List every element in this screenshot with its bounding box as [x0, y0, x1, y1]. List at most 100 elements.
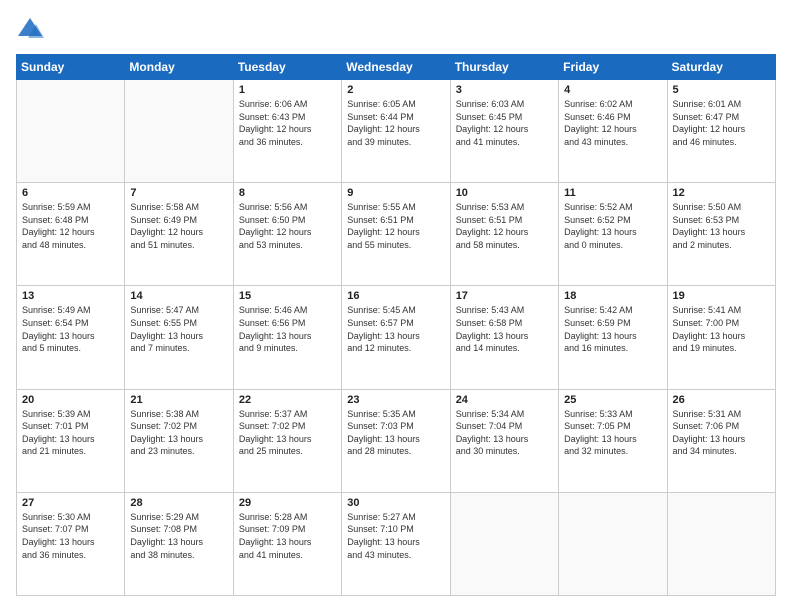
day-number: 8	[239, 187, 336, 199]
calendar-day-cell: 13Sunrise: 5:49 AM Sunset: 6:54 PM Dayli…	[17, 286, 125, 389]
day-number: 6	[22, 187, 119, 199]
calendar-day-cell: 11 Sunrise: 5:52 AM Sunset: 6:52 PM Dayli…	[559, 183, 667, 286]
day-info: Sunrise: 5:59 AM Sunset: 6:48 PM Dayligh…	[22, 201, 119, 251]
day-number: 3	[456, 84, 553, 96]
calendar-day-cell: 18Sunrise: 5:42 AM Sunset: 6:59 PM Dayli…	[559, 286, 667, 389]
calendar-day-cell: 15 Sunrise: 5:46 AM Sunset: 6:56 PM Dayli…	[233, 286, 341, 389]
day-info: Sunrise: 6:01 AM Sunset: 6:47 PM Dayligh…	[673, 98, 770, 148]
day-number: 10	[456, 187, 553, 199]
weekday-header: Tuesday	[233, 55, 341, 80]
day-info: Sunrise: 5:30 AM Sunset: 7:07 PM Dayligh…	[22, 511, 119, 561]
calendar-day-cell: 26 Sunrise: 5:31 AM Sunset: 7:06 PM Dayli…	[667, 389, 775, 492]
weekday-header: Sunday	[17, 55, 125, 80]
day-info: Sunrise: 5:34 AM Sunset: 7:04 PM Dayligh…	[456, 408, 553, 458]
day-info: Sunrise: 5:55 AM Sunset: 6:51 PM Dayligh…	[347, 201, 444, 251]
calendar-day-cell: 10 Sunrise: 5:53 AM Sunset: 6:51 PM Dayli…	[450, 183, 558, 286]
calendar-week-row: 27 Sunrise: 5:30 AM Sunset: 7:07 PM Dayli…	[17, 492, 776, 595]
calendar-day-cell: 4Sunrise: 6:02 AM Sunset: 6:46 PM Daylig…	[559, 80, 667, 183]
calendar-day-cell: 17 Sunrise: 5:43 AM Sunset: 6:58 PM Dayli…	[450, 286, 558, 389]
day-info: Sunrise: 5:28 AM Sunset: 7:09 PM Dayligh…	[239, 511, 336, 561]
day-info: Sunrise: 6:03 AM Sunset: 6:45 PM Dayligh…	[456, 98, 553, 148]
calendar-day-cell: 14 Sunrise: 5:47 AM Sunset: 6:55 PM Dayli…	[125, 286, 233, 389]
day-number: 21	[130, 394, 227, 406]
day-number: 26	[673, 394, 770, 406]
day-number: 25	[564, 394, 661, 406]
weekday-header: Wednesday	[342, 55, 450, 80]
day-info: Sunrise: 5:37 AM Sunset: 7:02 PM Dayligh…	[239, 408, 336, 458]
day-number: 7	[130, 187, 227, 199]
calendar-day-cell: 3 Sunrise: 6:03 AM Sunset: 6:45 PM Daylig…	[450, 80, 558, 183]
day-number: 30	[347, 497, 444, 509]
day-number: 19	[673, 290, 770, 302]
calendar-day-cell: 30Sunrise: 5:27 AM Sunset: 7:10 PM Dayli…	[342, 492, 450, 595]
calendar-day-cell: 20 Sunrise: 5:39 AM Sunset: 7:01 PM Dayli…	[17, 389, 125, 492]
day-info: Sunrise: 5:50 AM Sunset: 6:53 PM Dayligh…	[673, 201, 770, 251]
day-info: Sunrise: 5:41 AM Sunset: 7:00 PM Dayligh…	[673, 304, 770, 354]
day-info: Sunrise: 5:56 AM Sunset: 6:50 PM Dayligh…	[239, 201, 336, 251]
calendar-day-cell: 8 Sunrise: 5:56 AM Sunset: 6:50 PM Daylig…	[233, 183, 341, 286]
header	[16, 16, 776, 44]
calendar-day-cell	[667, 492, 775, 595]
day-number: 2	[347, 84, 444, 96]
day-number: 23	[347, 394, 444, 406]
day-info: Sunrise: 5:29 AM Sunset: 7:08 PM Dayligh…	[130, 511, 227, 561]
day-info: Sunrise: 5:53 AM Sunset: 6:51 PM Dayligh…	[456, 201, 553, 251]
day-number: 13	[22, 290, 119, 302]
day-info: Sunrise: 6:02 AM Sunset: 6:46 PM Dayligh…	[564, 98, 661, 148]
logo	[16, 16, 48, 44]
day-number: 17	[456, 290, 553, 302]
day-info: Sunrise: 5:42 AM Sunset: 6:59 PM Dayligh…	[564, 304, 661, 354]
calendar-day-cell: 7 Sunrise: 5:58 AM Sunset: 6:49 PM Daylig…	[125, 183, 233, 286]
day-number: 16	[347, 290, 444, 302]
weekday-header: Friday	[559, 55, 667, 80]
calendar-day-cell: 6 Sunrise: 5:59 AM Sunset: 6:48 PM Daylig…	[17, 183, 125, 286]
day-info: Sunrise: 6:06 AM Sunset: 6:43 PM Dayligh…	[239, 98, 336, 148]
day-number: 28	[130, 497, 227, 509]
weekday-header: Thursday	[450, 55, 558, 80]
calendar-day-cell: 9 Sunrise: 5:55 AM Sunset: 6:51 PM Daylig…	[342, 183, 450, 286]
day-info: Sunrise: 5:58 AM Sunset: 6:49 PM Dayligh…	[130, 201, 227, 251]
day-info: Sunrise: 5:47 AM Sunset: 6:55 PM Dayligh…	[130, 304, 227, 354]
calendar-day-cell: 21 Sunrise: 5:38 AM Sunset: 7:02 PM Dayli…	[125, 389, 233, 492]
logo-icon	[16, 16, 44, 44]
calendar-day-cell: 2 Sunrise: 6:05 AM Sunset: 6:44 PM Daylig…	[342, 80, 450, 183]
day-number: 20	[22, 394, 119, 406]
day-info: Sunrise: 5:45 AM Sunset: 6:57 PM Dayligh…	[347, 304, 444, 354]
calendar-week-row: 13Sunrise: 5:49 AM Sunset: 6:54 PM Dayli…	[17, 286, 776, 389]
day-info: Sunrise: 5:52 AM Sunset: 6:52 PM Dayligh…	[564, 201, 661, 251]
calendar-day-cell: 28 Sunrise: 5:29 AM Sunset: 7:08 PM Dayli…	[125, 492, 233, 595]
calendar-table: SundayMondayTuesdayWednesdayThursdayFrid…	[16, 54, 776, 596]
calendar-week-row: 1Sunrise: 6:06 AM Sunset: 6:43 PM Daylig…	[17, 80, 776, 183]
day-number: 15	[239, 290, 336, 302]
day-number: 24	[456, 394, 553, 406]
day-info: Sunrise: 6:05 AM Sunset: 6:44 PM Dayligh…	[347, 98, 444, 148]
calendar-day-cell: 29 Sunrise: 5:28 AM Sunset: 7:09 PM Dayli…	[233, 492, 341, 595]
day-number: 9	[347, 187, 444, 199]
calendar-day-cell	[125, 80, 233, 183]
day-number: 5	[673, 84, 770, 96]
calendar-header-row: SundayMondayTuesdayWednesdayThursdayFrid…	[17, 55, 776, 80]
day-info: Sunrise: 5:33 AM Sunset: 7:05 PM Dayligh…	[564, 408, 661, 458]
day-info: Sunrise: 5:46 AM Sunset: 6:56 PM Dayligh…	[239, 304, 336, 354]
day-number: 27	[22, 497, 119, 509]
calendar-day-cell: 22 Sunrise: 5:37 AM Sunset: 7:02 PM Dayli…	[233, 389, 341, 492]
day-info: Sunrise: 5:35 AM Sunset: 7:03 PM Dayligh…	[347, 408, 444, 458]
day-number: 11	[564, 187, 661, 199]
day-number: 12	[673, 187, 770, 199]
calendar-day-cell: 5 Sunrise: 6:01 AM Sunset: 6:47 PM Daylig…	[667, 80, 775, 183]
calendar-day-cell: 23 Sunrise: 5:35 AM Sunset: 7:03 PM Dayli…	[342, 389, 450, 492]
day-info: Sunrise: 5:43 AM Sunset: 6:58 PM Dayligh…	[456, 304, 553, 354]
calendar-day-cell	[17, 80, 125, 183]
calendar-day-cell: 25 Sunrise: 5:33 AM Sunset: 7:05 PM Dayli…	[559, 389, 667, 492]
day-number: 22	[239, 394, 336, 406]
weekday-header: Monday	[125, 55, 233, 80]
calendar-day-cell: 27 Sunrise: 5:30 AM Sunset: 7:07 PM Dayli…	[17, 492, 125, 595]
day-info: Sunrise: 5:38 AM Sunset: 7:02 PM Dayligh…	[130, 408, 227, 458]
calendar-day-cell: 16 Sunrise: 5:45 AM Sunset: 6:57 PM Dayli…	[342, 286, 450, 389]
calendar-week-row: 20 Sunrise: 5:39 AM Sunset: 7:01 PM Dayli…	[17, 389, 776, 492]
day-number: 14	[130, 290, 227, 302]
calendar-day-cell	[450, 492, 558, 595]
day-info: Sunrise: 5:31 AM Sunset: 7:06 PM Dayligh…	[673, 408, 770, 458]
day-info: Sunrise: 5:39 AM Sunset: 7:01 PM Dayligh…	[22, 408, 119, 458]
day-number: 29	[239, 497, 336, 509]
